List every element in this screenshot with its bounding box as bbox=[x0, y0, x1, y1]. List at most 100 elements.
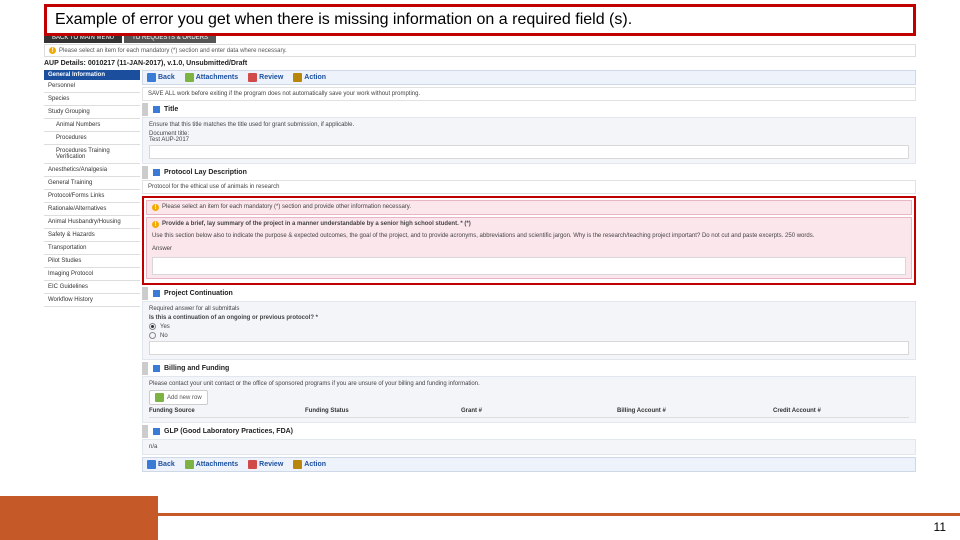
nav-workflow[interactable]: Workflow History bbox=[44, 294, 140, 307]
radio-yes[interactable] bbox=[149, 323, 156, 330]
nav-husbandry[interactable]: Animal Husbandry/Housing bbox=[44, 216, 140, 229]
review-label: Review bbox=[259, 74, 283, 81]
attachments-button[interactable]: Attachments bbox=[185, 460, 238, 469]
collapse-icon bbox=[153, 428, 160, 435]
nav-procedures[interactable]: Procedures bbox=[44, 132, 140, 145]
action-button[interactable]: Action bbox=[293, 73, 326, 82]
nav-animal-numbers[interactable]: Animal Numbers bbox=[44, 119, 140, 132]
continuation-input[interactable] bbox=[149, 341, 909, 355]
protocol-breadcrumb: AUP Details: 0010217 (11-JAN-2017), v.1.… bbox=[44, 57, 916, 70]
nav-safety[interactable]: Safety & Hazards bbox=[44, 229, 140, 242]
error-bar-text: Please select an item for each mandatory… bbox=[162, 204, 411, 210]
section-continuation-label: Project Continuation bbox=[164, 290, 233, 297]
section-billing-label: Billing and Funding bbox=[164, 365, 229, 372]
app-screenshot: BACK TO MAIN MENU TO REQUESTS & ORDERS !… bbox=[44, 33, 916, 486]
title-input[interactable] bbox=[149, 145, 909, 159]
action-icon bbox=[293, 460, 302, 469]
billing-columns: Funding Source Funding Status Grant # Bi… bbox=[149, 405, 909, 418]
section-title-header[interactable]: Title bbox=[142, 103, 916, 116]
section-glp-header[interactable]: GLP (Good Laboratory Practices, FDA) bbox=[142, 425, 916, 438]
billing-body: Please contact your unit contact or the … bbox=[142, 376, 916, 423]
warning-icon: ! bbox=[152, 204, 159, 211]
footer-bar bbox=[0, 496, 158, 540]
attachments-icon bbox=[185, 73, 194, 82]
section-lay-header[interactable]: Protocol Lay Description bbox=[142, 166, 916, 179]
continuation-body: Required answer for all submittals Is th… bbox=[142, 301, 916, 360]
nav-pilot[interactable]: Pilot Studies bbox=[44, 255, 140, 268]
toolbar-bottom: Back Attachments Review Action bbox=[142, 457, 916, 472]
radio-no[interactable] bbox=[149, 332, 156, 339]
error-question-text: Provide a brief, lay summary of the proj… bbox=[162, 221, 471, 228]
review-button[interactable]: Review bbox=[248, 460, 283, 469]
review-label: Review bbox=[259, 461, 283, 468]
review-icon bbox=[248, 460, 257, 469]
collapse-icon bbox=[153, 290, 160, 297]
add-row-button[interactable]: Add new row bbox=[149, 390, 208, 405]
back-button[interactable]: Back bbox=[147, 460, 175, 469]
attachments-label: Attachments bbox=[196, 74, 238, 81]
section-continuation-header[interactable]: Project Continuation bbox=[142, 287, 916, 300]
callout-banner: Example of error you get when there is m… bbox=[44, 4, 916, 36]
nav-eic[interactable]: EIC Guidelines bbox=[44, 281, 140, 294]
answer-label: Answer bbox=[152, 246, 906, 252]
nav-transportation[interactable]: Transportation bbox=[44, 242, 140, 255]
section-lay-label: Protocol Lay Description bbox=[164, 169, 247, 176]
toolbar-top: Back Attachments Review Action bbox=[142, 70, 916, 85]
page-number: 11 bbox=[934, 520, 946, 534]
warning-icon: ! bbox=[152, 221, 159, 228]
nav-rationale[interactable]: Rationale/Alternatives bbox=[44, 203, 140, 216]
nav-protocol-forms[interactable]: Protocol/Forms Links bbox=[44, 190, 140, 203]
title-body: Ensure that this title matches the title… bbox=[142, 117, 916, 164]
back-icon bbox=[147, 73, 156, 82]
back-button[interactable]: Back bbox=[147, 73, 175, 82]
add-row-label: Add new row bbox=[167, 395, 202, 401]
nav-procedures-training[interactable]: Procedures Training Verification bbox=[44, 145, 140, 164]
back-label: Back bbox=[158, 74, 175, 81]
nav-anesthetics[interactable]: Anesthetics/Analgesia bbox=[44, 164, 140, 177]
glp-na: n/a bbox=[149, 444, 157, 450]
warning-icon: ! bbox=[49, 47, 56, 54]
attachments-icon bbox=[185, 460, 194, 469]
section-title-label: Title bbox=[164, 106, 178, 113]
radio-yes-row[interactable]: Yes bbox=[149, 323, 909, 330]
error-highlight-box: ! Please select an item for each mandato… bbox=[142, 196, 916, 285]
col-funding-source: Funding Source bbox=[149, 408, 285, 414]
billing-hint: Please contact your unit contact or the … bbox=[149, 381, 909, 387]
sidebar: General Information Personnel Species St… bbox=[44, 70, 140, 307]
lay-subhead: Protocol for the ethical use of animals … bbox=[142, 180, 916, 194]
nav-imaging[interactable]: Imaging Protocol bbox=[44, 268, 140, 281]
nav-study-grouping[interactable]: Study Grouping bbox=[44, 106, 140, 119]
col-credit-acct: Credit Account # bbox=[773, 408, 909, 414]
continuation-question: Is this a continuation of an ongoing or … bbox=[149, 315, 909, 321]
nav-general-training[interactable]: General Training bbox=[44, 177, 140, 190]
collapse-icon bbox=[153, 106, 160, 113]
nav-personnel[interactable]: Personnel bbox=[44, 80, 140, 93]
slide-footer: 11 bbox=[0, 496, 960, 540]
section-billing-header[interactable]: Billing and Funding bbox=[142, 362, 916, 375]
error-question-block: ! Provide a brief, lay summary of the pr… bbox=[146, 217, 912, 279]
doc-title-value: Test AUP-2017 bbox=[149, 137, 909, 143]
radio-no-row[interactable]: No bbox=[149, 332, 909, 339]
back-label: Back bbox=[158, 461, 175, 468]
continuation-required: Required answer for all submittals bbox=[149, 306, 909, 312]
content-area: Back Attachments Review Action SAVE ALL … bbox=[142, 70, 916, 474]
col-grant: Grant # bbox=[461, 408, 597, 414]
attachments-label: Attachments bbox=[196, 461, 238, 468]
back-icon bbox=[147, 460, 156, 469]
review-button[interactable]: Review bbox=[248, 73, 283, 82]
error-bar: ! Please select an item for each mandato… bbox=[146, 200, 912, 215]
radio-no-label: No bbox=[160, 333, 168, 339]
sidebar-header: General Information bbox=[44, 70, 140, 80]
action-label: Action bbox=[304, 74, 326, 81]
global-warning-bar: ! Please select an item for each mandato… bbox=[44, 44, 916, 57]
action-button[interactable]: Action bbox=[293, 460, 326, 469]
review-icon bbox=[248, 73, 257, 82]
attachments-button[interactable]: Attachments bbox=[185, 73, 238, 82]
glp-body: n/a bbox=[142, 439, 916, 455]
action-label: Action bbox=[304, 461, 326, 468]
col-funding-status: Funding Status bbox=[305, 408, 441, 414]
lay-answer-input[interactable] bbox=[152, 257, 906, 275]
col-billing-acct: Billing Account # bbox=[617, 408, 753, 414]
nav-species[interactable]: Species bbox=[44, 93, 140, 106]
action-icon bbox=[293, 73, 302, 82]
